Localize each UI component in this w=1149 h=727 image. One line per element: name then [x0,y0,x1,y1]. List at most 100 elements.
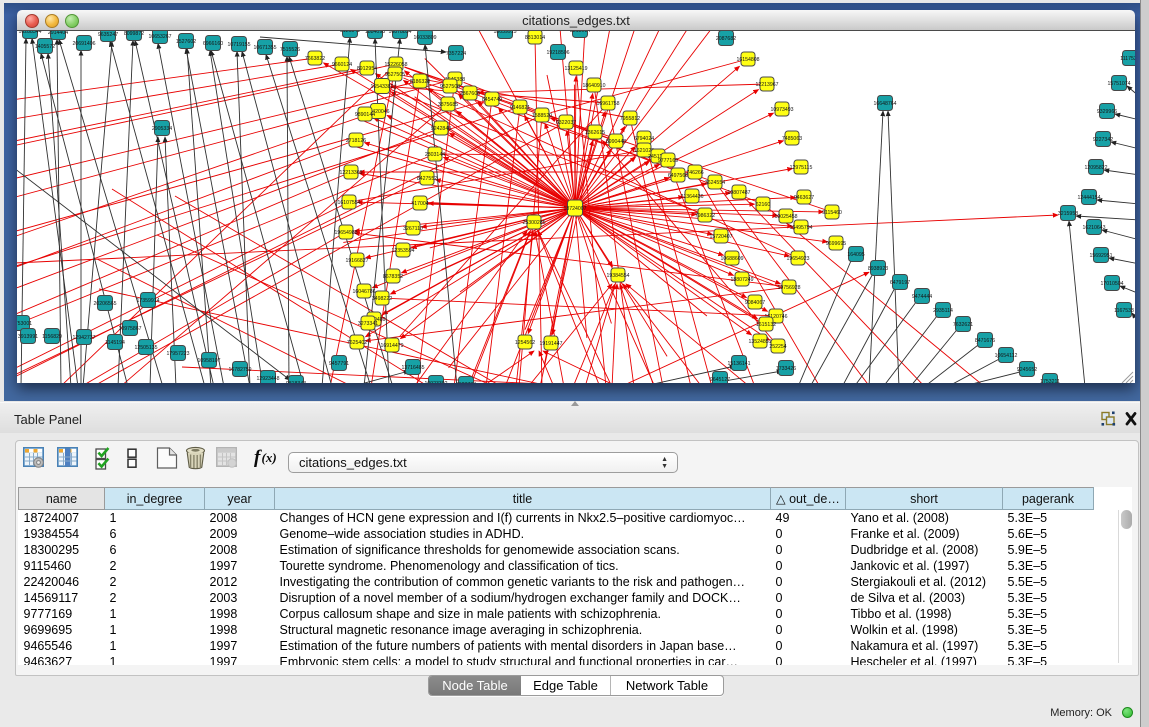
svg-text:17359914: 17359914 [136,298,159,304]
svg-text:25300285: 25300285 [522,220,545,226]
svg-text:16288344: 16288344 [18,31,41,35]
svg-text:12505135: 12505135 [134,345,157,351]
svg-text:8813014: 8813014 [570,31,590,34]
svg-text:10975867: 10975867 [118,326,141,332]
svg-text:15692951: 15692951 [1089,253,1112,259]
svg-text:6966160: 6966160 [203,41,223,47]
svg-text:18039915: 18039915 [493,31,516,35]
svg-text:9660124: 9660124 [332,62,352,68]
svg-text:13125419: 13125419 [564,66,587,72]
svg-text:3273341: 3273341 [358,321,378,327]
svg-text:1254562: 1254562 [515,340,535,346]
svg-text:15720407: 15720407 [709,234,732,240]
svg-text:19384554: 19384554 [606,273,629,279]
svg-text:19166827: 19166827 [345,258,368,264]
svg-text:1884098: 1884098 [365,31,385,35]
svg-text:2935114: 2935114 [933,308,953,314]
svg-text:9527508: 9527508 [440,84,460,90]
svg-text:164095: 164095 [847,252,864,258]
svg-text:10671355: 10671355 [253,45,276,51]
svg-text:9121341: 9121341 [340,31,360,34]
svg-text:252254: 252254 [769,344,786,350]
svg-text:12353594: 12353594 [391,248,414,254]
svg-text:2867608: 2867608 [460,91,480,97]
svg-text:3267110: 3267110 [403,226,423,232]
svg-text:10025458: 10025458 [774,214,797,220]
svg-text:9474444: 9474444 [912,294,932,300]
svg-text:17957223: 17957223 [166,351,189,357]
svg-text:16961758: 16961758 [596,101,619,107]
svg-text:16648764: 16648764 [873,101,896,107]
svg-text:17010504: 17010504 [1100,281,1123,287]
svg-text:1753211: 1753211 [1040,379,1060,383]
svg-text:417004: 417004 [411,201,428,207]
svg-text:1527602: 1527602 [176,39,196,45]
svg-text:18640910: 18640910 [582,83,605,89]
svg-text:9777169: 9777169 [658,158,678,164]
svg-text:9245652: 9245652 [1017,367,1037,373]
svg-text:9084067: 9084067 [745,300,765,306]
svg-text:9635247: 9635247 [98,32,118,38]
svg-text:1362615: 1362615 [585,130,605,136]
svg-text:1405572: 1405572 [35,44,55,50]
svg-text:3913991: 3913991 [18,334,38,340]
svg-text:8912954: 8912954 [357,66,377,72]
svg-text:6322037: 6322037 [556,120,576,126]
svg-text:9699695: 9699695 [826,241,846,247]
svg-text:8813014: 8813014 [525,35,545,41]
svg-text:1145194: 1145194 [105,340,125,346]
svg-text:19756928: 19756928 [777,285,800,291]
svg-text:19191447: 19191447 [539,341,562,347]
svg-text:16782759: 16782759 [228,367,251,373]
svg-text:6497568: 6497568 [668,173,688,179]
svg-text:20206565: 20206565 [93,301,116,307]
svg-text:2914404: 2914404 [48,31,68,36]
svg-text:12213967: 12213967 [755,82,778,88]
svg-text:10719155: 10719155 [227,42,250,48]
svg-text:8623784: 8623784 [456,382,476,383]
svg-text:2718126: 2718126 [346,138,366,144]
svg-text:1156829: 1156829 [42,334,62,340]
svg-text:13716485: 13716485 [401,365,424,371]
svg-text:10807487: 10807487 [727,190,750,196]
svg-text:9115460: 9115460 [822,210,842,216]
svg-text:746266: 746266 [686,170,703,176]
svg-text:1733426: 1733426 [776,366,796,372]
svg-text:7357224: 7357224 [446,51,466,57]
svg-text:15136141: 15136141 [727,361,750,367]
svg-text:16878854: 16878854 [388,31,411,35]
svg-text:10973493: 10973493 [770,107,793,113]
svg-text:6479197: 6479197 [890,280,910,286]
svg-text:19218506: 19218506 [546,50,569,56]
svg-text:2803144: 2803144 [425,152,445,158]
svg-text:15751074: 15751074 [1107,81,1130,87]
svg-text:6794024: 6794024 [634,136,654,142]
svg-text:8427552: 8427552 [417,176,437,182]
svg-text:8186328: 8186328 [410,79,430,85]
svg-text:18807249: 18807249 [730,277,753,283]
svg-text:12942737: 12942737 [72,335,95,341]
svg-text:16033809: 16033809 [413,35,436,41]
svg-text:8678352: 8678352 [383,274,403,280]
svg-text:9227342: 9227342 [1093,137,1113,143]
svg-text:12213369: 12213369 [339,170,362,176]
svg-text:9463627: 9463627 [794,195,814,201]
svg-text:8099872: 8099872 [124,31,144,37]
svg-text:20691406: 20691406 [72,41,95,47]
svg-text:10958107: 10958107 [197,358,220,364]
svg-text:12444154: 12444154 [1077,195,1100,201]
svg-text:16107554: 16107554 [337,200,360,206]
svg-text:16495794: 16495794 [789,225,812,231]
svg-text:3875685: 3875685 [438,102,458,108]
svg-text:9242848: 9242848 [431,126,451,132]
svg-text:10923392: 10923392 [424,381,447,383]
svg-text:9645127: 9645127 [710,377,730,383]
svg-text:12923448: 12923448 [256,376,279,382]
svg-text:19654988: 19654988 [334,230,357,236]
svg-text:7515526: 7515526 [280,47,300,53]
svg-text:8990448: 8990448 [606,139,626,145]
svg-text:7663822: 7663822 [305,56,325,62]
svg-text:7955812: 7955812 [620,116,640,122]
svg-text:9890144: 9890144 [355,112,375,118]
svg-text:7986322: 7986322 [695,213,715,219]
